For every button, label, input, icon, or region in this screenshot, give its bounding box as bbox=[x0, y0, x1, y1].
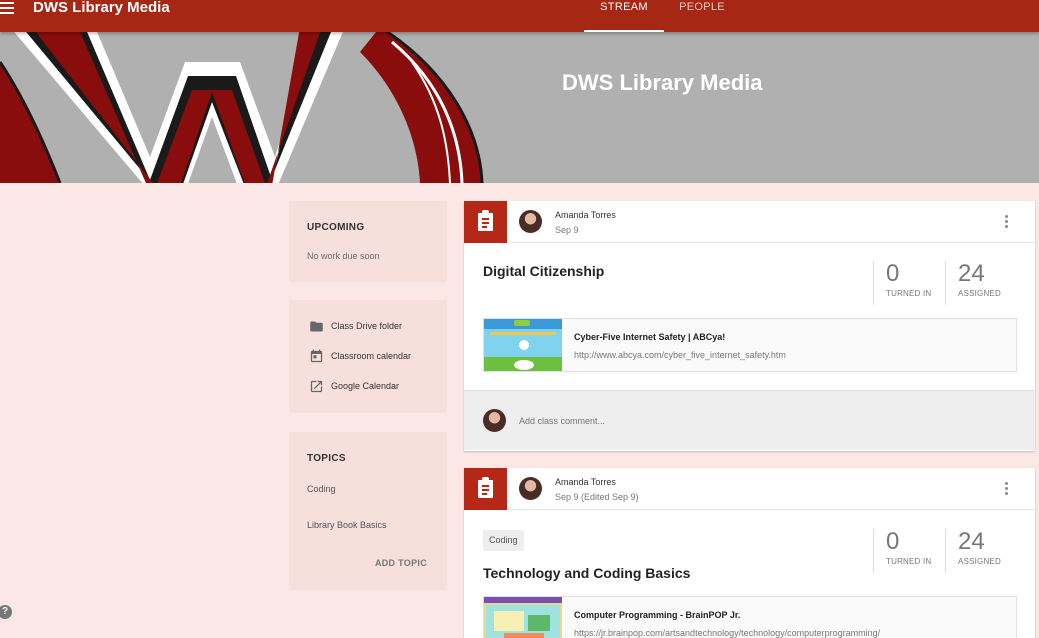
post-date: Sep 9 (Edited Sep 9) bbox=[555, 492, 639, 502]
help-icon[interactable]: ? bbox=[0, 605, 12, 619]
class-banner: DWS Library Media bbox=[0, 32, 1039, 183]
attachment-url: https://jr.brainpop.com/artsandtechnolog… bbox=[574, 628, 881, 638]
add-class-comment-input[interactable]: Add class comment... bbox=[519, 416, 605, 426]
assigned-label: ASSIGNED bbox=[958, 557, 1001, 566]
calendar-icon bbox=[309, 349, 324, 364]
topic-item-coding[interactable]: Coding bbox=[307, 484, 336, 494]
class-links-panel: Class Drive folder Classroom calendar Go… bbox=[289, 300, 447, 413]
tab-stream[interactable]: STREAM bbox=[584, 0, 664, 32]
assigned-count: 24 bbox=[958, 528, 985, 555]
assignment-icon bbox=[464, 468, 507, 510]
assigned-count: 24 bbox=[958, 260, 985, 287]
class-title: DWS Library Media bbox=[562, 70, 763, 95]
turned-in-stat[interactable]: 0 TURNED IN bbox=[873, 261, 945, 305]
assignment-icon bbox=[464, 201, 507, 243]
turned-in-label: TURNED IN bbox=[886, 557, 932, 566]
avatar bbox=[519, 210, 542, 233]
folder-icon bbox=[309, 319, 324, 334]
top-app-bar: DWS Library Media STREAM PEOPLE bbox=[0, 0, 1039, 32]
tab-people-label: PEOPLE bbox=[679, 1, 725, 13]
google-calendar-label: Google Calendar bbox=[331, 381, 400, 391]
app-title: DWS Library Media bbox=[33, 0, 170, 16]
post-author: Amanda Torres bbox=[555, 210, 616, 220]
post-author: Amanda Torres bbox=[555, 477, 616, 487]
assignment-card: Amanda Torres Sep 9 (Edited Sep 9) Codin… bbox=[464, 468, 1035, 638]
upcoming-text: No work due soon bbox=[307, 251, 380, 261]
turned-in-count: 0 bbox=[886, 528, 900, 555]
tab-people[interactable]: PEOPLE bbox=[668, 0, 736, 32]
avatar bbox=[483, 409, 506, 432]
link-attachment[interactable]: Computer Programming - BrainPOP Jr. http… bbox=[483, 596, 1017, 638]
more-options-icon[interactable] bbox=[1005, 215, 1009, 229]
attachment-title: Computer Programming - BrainPOP Jr. bbox=[574, 610, 741, 620]
attachment-url: http://www.abcya.com/cyber_five_internet… bbox=[574, 350, 786, 360]
more-options-icon[interactable] bbox=[1005, 482, 1009, 496]
avatar bbox=[519, 477, 542, 500]
tab-stream-label: STREAM bbox=[600, 1, 648, 13]
class-drive-folder-label: Class Drive folder bbox=[331, 321, 403, 331]
card-header: Amanda Torres Sep 9 bbox=[464, 201, 1035, 243]
post-date: Sep 9 bbox=[555, 225, 579, 235]
upcoming-panel: UPCOMING No work due soon bbox=[289, 201, 447, 282]
assigned-stat[interactable]: 24 ASSIGNED bbox=[945, 261, 1017, 305]
assigned-label: ASSIGNED bbox=[958, 289, 1001, 298]
classroom-calendar-link[interactable]: Classroom calendar bbox=[309, 348, 411, 364]
card-header: Amanda Torres Sep 9 (Edited Sep 9) bbox=[464, 468, 1035, 510]
attachment-title: Cyber-Five Internet Safety | ABCya! bbox=[574, 332, 726, 342]
menu-icon[interactable] bbox=[0, 2, 14, 14]
topic-item-library-book-basics[interactable]: Library Book Basics bbox=[307, 520, 387, 530]
turned-in-stat[interactable]: 0 TURNED IN bbox=[873, 529, 945, 573]
attachment-thumbnail bbox=[484, 319, 562, 371]
assigned-stat[interactable]: 24 ASSIGNED bbox=[945, 529, 1017, 573]
attachment-thumbnail bbox=[484, 597, 562, 638]
open-external-icon bbox=[309, 379, 324, 394]
assignment-title[interactable]: Technology and Coding Basics bbox=[483, 565, 690, 581]
upcoming-heading: UPCOMING bbox=[307, 222, 365, 233]
assignment-title[interactable]: Digital Citizenship bbox=[483, 263, 604, 279]
topics-heading: TOPICS bbox=[307, 453, 346, 464]
classroom-calendar-label: Classroom calendar bbox=[331, 351, 412, 361]
topics-panel: TOPICS Coding Library Book Basics ADD TO… bbox=[289, 432, 447, 590]
turned-in-count: 0 bbox=[886, 260, 900, 287]
topic-chip[interactable]: Coding bbox=[483, 530, 524, 551]
assignment-card: Amanda Torres Sep 9 Digital Citizenship … bbox=[464, 201, 1035, 451]
tab-active-indicator bbox=[584, 30, 664, 32]
class-comment-bar[interactable]: Add class comment... bbox=[464, 390, 1035, 450]
google-calendar-link[interactable]: Google Calendar bbox=[309, 378, 399, 394]
link-attachment[interactable]: Cyber-Five Internet Safety | ABCya! http… bbox=[483, 318, 1017, 372]
add-topic-button[interactable]: ADD TOPIC bbox=[375, 558, 427, 568]
class-drive-folder-link[interactable]: Class Drive folder bbox=[309, 318, 402, 334]
turned-in-label: TURNED IN bbox=[886, 289, 932, 298]
school-logo-graphic bbox=[0, 32, 484, 183]
